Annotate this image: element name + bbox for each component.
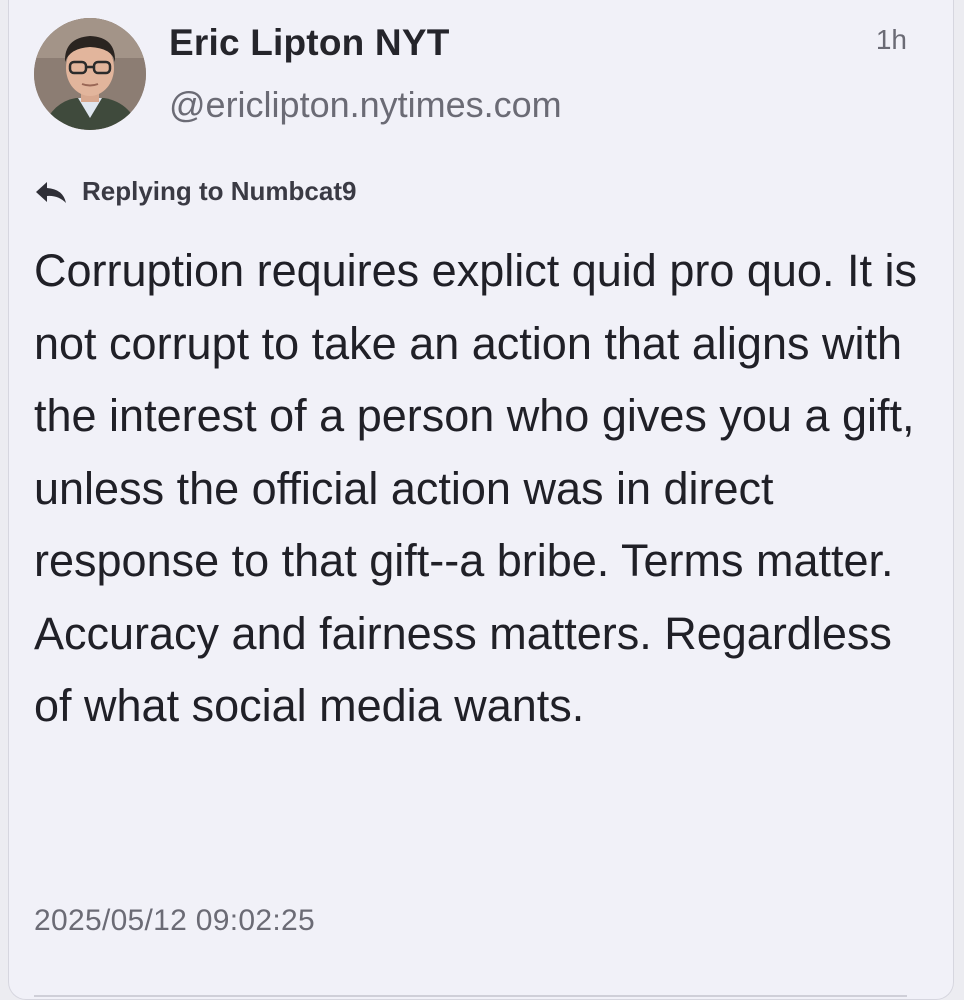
post-timestamp: 2025/05/12 09:02:25 <box>34 904 315 937</box>
reply-arrow-icon <box>36 181 66 203</box>
post-card: Eric Lipton NYT @ericlipton.nytimes.com … <box>8 0 954 1000</box>
author-display-name[interactable]: Eric Lipton NYT <box>169 22 450 64</box>
relative-time: 1h <box>875 24 907 55</box>
post-body-text: Corruption requires explict quid pro quo… <box>34 245 917 731</box>
divider <box>34 995 907 997</box>
author-handle[interactable]: @ericlipton.nytimes.com <box>169 84 562 126</box>
avatar[interactable] <box>34 18 146 130</box>
reply-indicator[interactable]: Replying to Numbcat9 <box>34 176 356 207</box>
avatar-photo <box>34 18 146 130</box>
reply-to-label: Replying to Numbcat9 <box>82 176 357 206</box>
